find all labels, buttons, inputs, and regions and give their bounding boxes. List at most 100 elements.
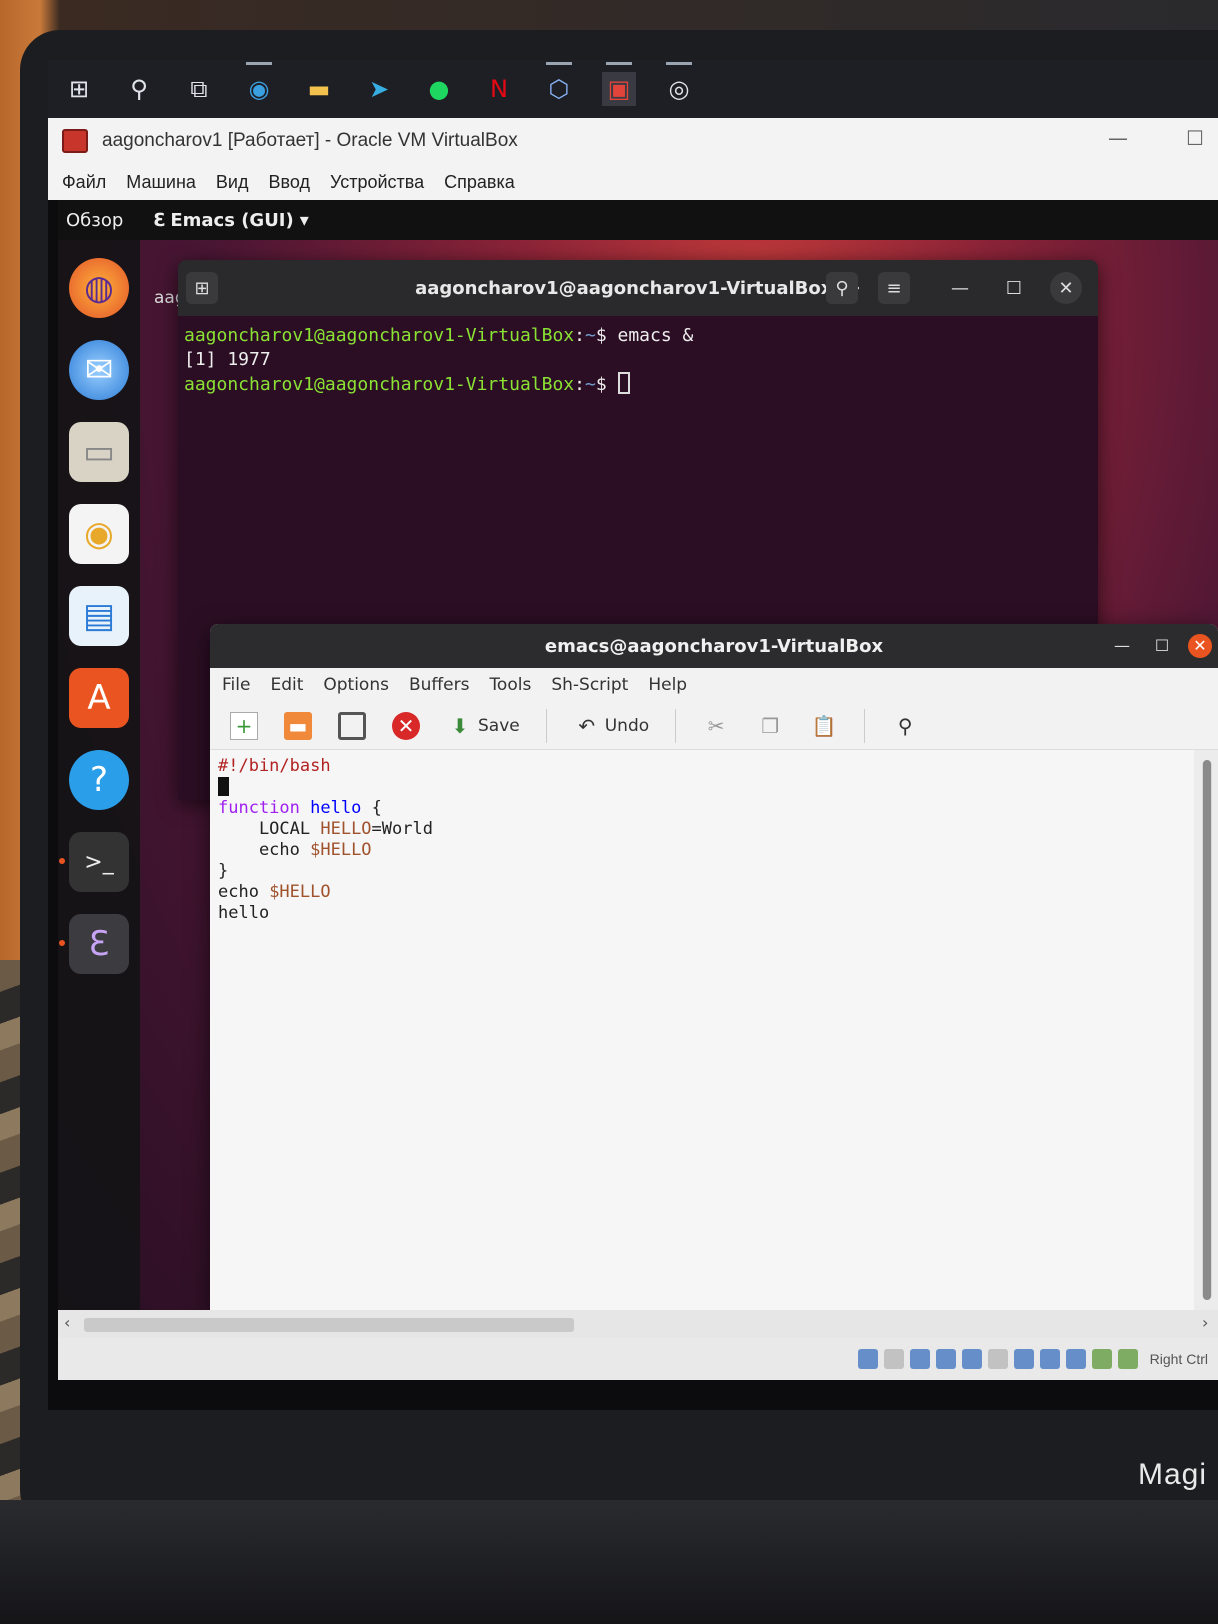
terminal-cursor	[617, 372, 630, 394]
save-label: Save	[478, 715, 520, 736]
code-line: }	[218, 861, 229, 881]
terminal-output[interactable]: aagoncharov1@aagoncharov1-VirtualBox:~$ …	[178, 316, 1098, 405]
emacs-small-icon: ℇ	[153, 209, 165, 231]
vbox-statusbar: Right Ctrl	[58, 1338, 1218, 1380]
spotify-icon[interactable]: ●	[422, 72, 456, 106]
terminal-line: [1] 1977	[184, 349, 271, 370]
hard-disk-icon[interactable]	[857, 1349, 878, 1369]
chevron-down-icon: ▾	[299, 209, 309, 231]
hamburger-menu-icon[interactable]: ≡	[878, 272, 910, 304]
search-icon[interactable]: ⚲	[826, 272, 858, 304]
files-icon[interactable]: ▭	[69, 422, 129, 482]
menu-edit[interactable]: Edit	[270, 675, 303, 695]
vbox-menu-file[interactable]: Файл	[62, 172, 106, 193]
emacs-icon[interactable]: ℇ	[59, 914, 129, 974]
new-file-button[interactable]: +	[230, 711, 258, 740]
maximize-icon[interactable]: ☐	[1150, 634, 1174, 658]
shared-folders-icon[interactable]	[987, 1349, 1008, 1369]
windows-start-icon[interactable]: ⊞	[62, 72, 96, 106]
terminal-line: aagoncharov1@aagoncharov1-VirtualBox:~$ …	[184, 325, 694, 346]
maximize-icon[interactable]: ☐	[1186, 126, 1204, 150]
paste-button[interactable]: 📋	[810, 712, 838, 740]
code-line	[218, 777, 1186, 798]
scroll-right-icon[interactable]: ›	[1202, 1313, 1208, 1332]
file-explorer-icon[interactable]: ▬	[302, 72, 336, 106]
close-icon: ✕	[392, 711, 420, 740]
minimize-icon[interactable]: —	[1110, 634, 1134, 658]
network-icon[interactable]	[935, 1349, 956, 1369]
maximize-icon[interactable]: ☐	[998, 272, 1030, 304]
dired-button[interactable]	[338, 711, 366, 740]
vbox-menubar: Файл Машина Вид Ввод Устройства Справка	[48, 164, 1218, 200]
keyboard-icon[interactable]	[1117, 1349, 1138, 1369]
save-button[interactable]: ⬇ Save	[446, 712, 520, 740]
optical-drive-icon[interactable]	[883, 1349, 904, 1369]
menu-tools[interactable]: Tools	[489, 675, 531, 695]
menu-buffers[interactable]: Buffers	[409, 675, 469, 695]
obs-icon[interactable]: ◎	[662, 62, 696, 106]
rhythmbox-icon[interactable]: ◉	[69, 504, 129, 564]
undo-button[interactable]: ↶ Undo	[573, 712, 649, 740]
copy-button[interactable]: ❐	[756, 712, 784, 740]
recording-icon[interactable]	[1039, 1349, 1060, 1369]
vbox-menu-help[interactable]: Справка	[444, 172, 515, 193]
scrollbar-thumb[interactable]	[84, 1318, 574, 1332]
toolbar-separator	[864, 708, 866, 743]
app-menu[interactable]: ℇ Emacs (GUI) ▾	[153, 210, 309, 231]
kill-buffer-button[interactable]: ✕	[392, 711, 420, 740]
code-line: function hello {	[218, 798, 382, 818]
search-button[interactable]: ⚲	[891, 712, 919, 740]
undo-icon: ↶	[578, 713, 596, 738]
telegram-icon[interactable]: ➤	[362, 72, 396, 106]
code-line: LOCAL HELLO=World	[218, 819, 433, 839]
task-view-icon[interactable]: ⧉	[182, 72, 216, 106]
vbox-menu-view[interactable]: Вид	[216, 172, 249, 193]
folder-icon: ▬	[284, 711, 312, 740]
virtualbox-manager-icon[interactable]: ⬡	[542, 62, 576, 106]
vbox-window-icon	[62, 129, 88, 153]
usb-icon[interactable]	[961, 1349, 982, 1369]
menu-help[interactable]: Help	[648, 675, 687, 695]
vbox-menu-devices[interactable]: Устройства	[330, 172, 424, 193]
firefox-icon[interactable]: ◍	[69, 258, 129, 318]
emacs-title: emacs@aagoncharov1-VirtualBox	[544, 636, 884, 657]
text-cursor	[218, 777, 229, 796]
menu-file[interactable]: File	[222, 675, 250, 695]
netflix-icon[interactable]: N	[482, 72, 516, 106]
scrollbar-thumb[interactable]	[1203, 760, 1211, 1300]
vbox-menu-machine[interactable]: Машина	[126, 172, 196, 193]
writer-icon[interactable]: ▤	[69, 586, 129, 646]
emacs-buffer[interactable]: #!/bin/bash function hello { LOCAL HELLO…	[210, 750, 1194, 1310]
cpu-icon[interactable]	[1065, 1349, 1086, 1369]
mouse-integration-icon[interactable]	[1091, 1349, 1112, 1369]
menu-sh-script[interactable]: Sh-Script	[551, 675, 628, 695]
toolbar-separator	[675, 708, 677, 743]
audio-icon[interactable]	[909, 1349, 930, 1369]
scroll-left-icon[interactable]: ‹	[64, 1313, 70, 1332]
vbox-titlebar: aagoncharov1 [Работает] - Oracle VM Virt…	[48, 118, 1218, 164]
horizontal-scrollbar[interactable]: ‹ ›	[58, 1310, 1218, 1338]
minimize-icon[interactable]: —	[1108, 126, 1128, 150]
display-icon[interactable]	[1013, 1349, 1034, 1369]
terminal-icon[interactable]: >_	[59, 832, 129, 892]
gnome-topbar: Обзор ℇ Emacs (GUI) ▾	[58, 200, 1218, 240]
edge-icon[interactable]: ◉	[242, 62, 276, 106]
close-icon[interactable]: ✕	[1188, 634, 1212, 658]
activities-button[interactable]: Обзор	[66, 210, 123, 231]
vbox-menu-input[interactable]: Ввод	[269, 172, 310, 193]
software-icon[interactable]: A	[69, 668, 129, 728]
open-folder-button[interactable]: ▬	[284, 711, 312, 740]
help-icon[interactable]: ?	[69, 750, 129, 810]
cut-button[interactable]: ✂	[702, 712, 730, 740]
minimize-icon[interactable]: —	[944, 272, 976, 304]
emacs-titlebar: emacs@aagoncharov1-VirtualBox — ☐ ✕	[210, 624, 1218, 668]
close-icon[interactable]: ✕	[1050, 272, 1082, 304]
ubuntu-dock: ◍ ✉ ▭ ◉ ▤ A ? >_ ℇ	[58, 240, 140, 1310]
vertical-scrollbar[interactable]	[1202, 760, 1212, 1300]
menu-options[interactable]: Options	[323, 675, 389, 695]
search-icon[interactable]: ⚲	[122, 72, 156, 106]
search-icon: ⚲	[897, 713, 913, 738]
code-line: hello	[218, 903, 270, 923]
virtualbox-vm-icon[interactable]: ▣	[602, 62, 636, 106]
thunderbird-icon[interactable]: ✉	[69, 340, 129, 400]
